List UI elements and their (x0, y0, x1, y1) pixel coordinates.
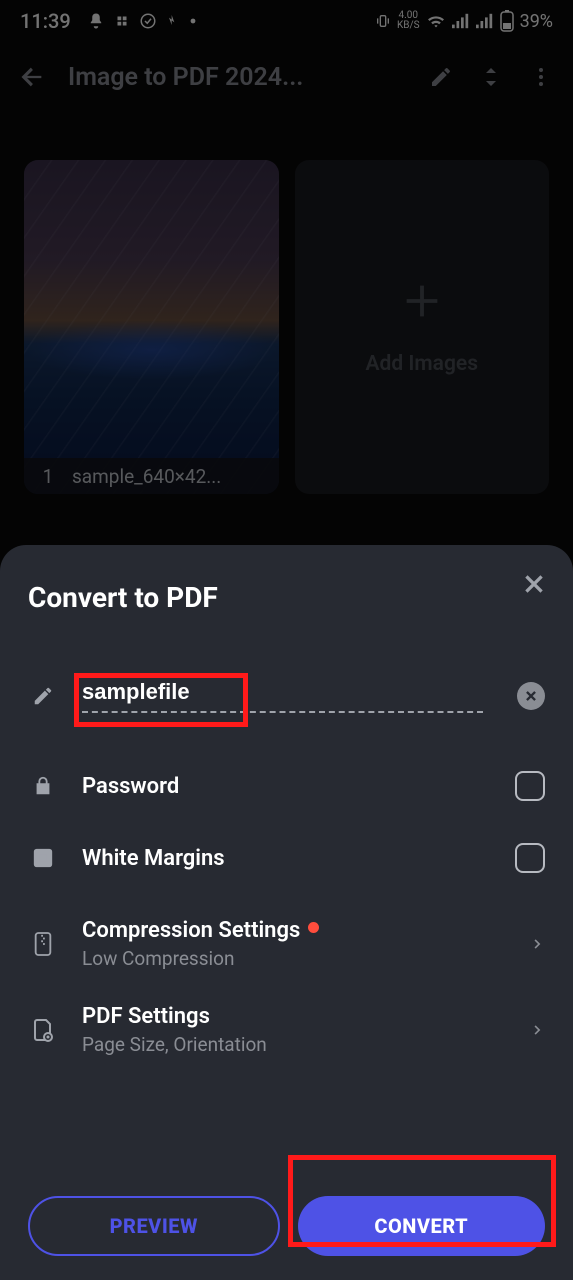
alert-dot (308, 922, 319, 933)
sheet-title: Convert to PDF (28, 581, 545, 614)
more-icon[interactable] (527, 63, 555, 91)
add-images-label: Add Images (366, 352, 479, 376)
battery-pct: 39% (520, 11, 553, 32)
image-index: 1 (24, 465, 72, 488)
file-gear-icon (28, 1018, 58, 1042)
image-caption: 1 sample_640×42... (24, 458, 279, 494)
pencil-icon (28, 685, 58, 707)
app-toolbar: Image to PDF 2024... (0, 42, 573, 112)
chevron-right-icon (531, 933, 545, 955)
image-grid: 1 sample_640×42... Add Images (0, 112, 573, 494)
convert-sheet: Convert to PDF Password White Margins (0, 545, 573, 1280)
pdf-settings-sub: Page Size, Orientation (82, 1033, 507, 1056)
sort-icon[interactable] (477, 63, 505, 91)
compression-sub: Low Compression (82, 947, 507, 970)
lock-icon (28, 774, 58, 798)
page-title: Image to PDF 2024... (68, 63, 405, 92)
zip-icon (28, 931, 58, 957)
compression-row[interactable]: Compression Settings Low Compression (28, 908, 545, 980)
pdf-settings-label: PDF Settings (82, 1004, 507, 1029)
image-thumbnail (24, 160, 279, 494)
vibrate-icon (375, 12, 391, 30)
margins-icon (28, 846, 58, 870)
status-bar: 11:39 4.00 KB/S 39% (0, 0, 573, 42)
battery-icon (500, 10, 514, 32)
wifi-icon (426, 13, 446, 29)
back-icon[interactable] (18, 63, 46, 91)
plus-icon (399, 278, 445, 334)
image-card[interactable]: 1 sample_640×42... (24, 160, 279, 494)
notification-icons (87, 12, 197, 30)
chevron-right-icon (531, 1019, 545, 1041)
compression-label: Compression Settings (82, 918, 507, 943)
image-name: sample_640×42... (72, 465, 279, 488)
convert-button[interactable]: CONVERT (298, 1196, 546, 1256)
status-right: 4.00 KB/S 39% (375, 10, 553, 32)
clock: 11:39 (20, 9, 71, 33)
action-buttons: PREVIEW CONVERT (28, 1176, 545, 1256)
close-icon[interactable] (517, 567, 551, 601)
filename-input[interactable] (82, 679, 483, 705)
add-images-card[interactable]: Add Images (295, 160, 550, 494)
filename-row (28, 660, 545, 732)
pdf-settings-row[interactable]: PDF Settings Page Size, Orientation (28, 994, 545, 1066)
preview-button[interactable]: PREVIEW (28, 1196, 280, 1256)
margins-row[interactable]: White Margins (28, 822, 545, 894)
signal-icon (452, 13, 470, 29)
password-checkbox[interactable] (515, 771, 545, 801)
clear-icon[interactable] (517, 682, 545, 710)
margins-label: White Margins (82, 846, 491, 871)
password-label: Password (82, 774, 491, 799)
signal-icon-2 (476, 13, 494, 29)
password-row[interactable]: Password (28, 750, 545, 822)
margins-checkbox[interactable] (515, 843, 545, 873)
edit-icon[interactable] (427, 63, 455, 91)
data-rate: 4.00 KB/S (397, 11, 420, 31)
